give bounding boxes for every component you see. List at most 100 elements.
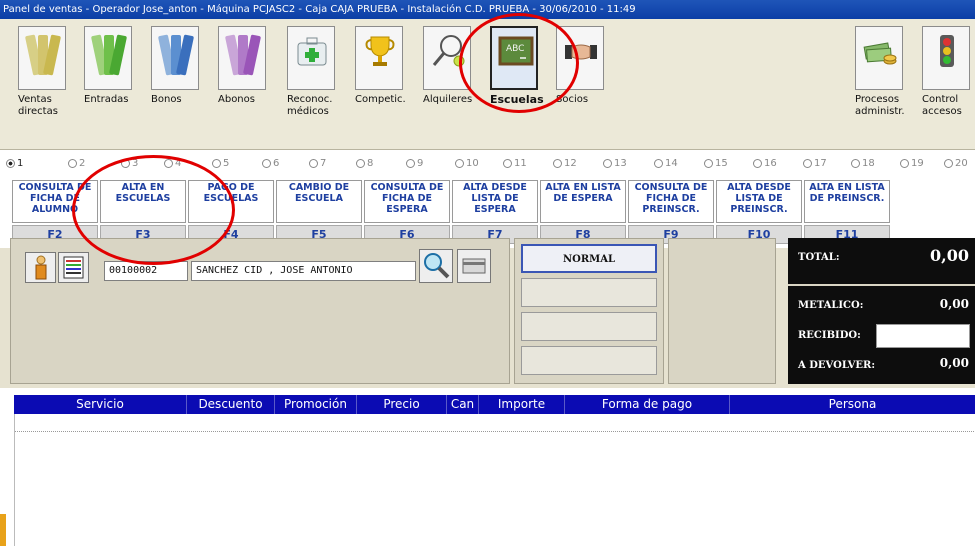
radio-option[interactable]: 17: [803, 158, 827, 169]
mode-button-empty[interactable]: [521, 278, 657, 307]
radio-option[interactable]: 15: [704, 158, 728, 169]
background-strip: [0, 514, 6, 546]
radio-option[interactable]: 1: [6, 158, 23, 169]
action-label: ALTA DESDE LISTA DE ESPERA: [463, 182, 527, 215]
col-forma-de-pago[interactable]: Forma de pago: [565, 395, 730, 414]
client-panel: 00100002 SANCHEZ CID , JOSE ANTONIO: [10, 238, 510, 384]
toolbar-item-reconoc-medicos[interactable]: Reconoc. médicos: [287, 26, 347, 134]
radio-label: 11: [514, 158, 527, 169]
total-value: 0,00: [930, 246, 969, 265]
ticket-icon: [218, 26, 266, 90]
toolbar-item-procesos-administr[interactable]: Procesos administr.: [855, 26, 915, 134]
toolbar-label: Procesos administr.: [855, 94, 905, 117]
money-icon: [855, 26, 903, 90]
table-row[interactable]: [15, 414, 975, 432]
normal-mode-button[interactable]: NORMAL: [521, 244, 657, 273]
action-label: ALTA EN LISTA DE PREINSCR.: [809, 182, 885, 204]
client-button[interactable]: [25, 252, 56, 283]
search-icon: [424, 253, 450, 279]
col-can[interactable]: Can: [447, 395, 479, 414]
list-button[interactable]: [58, 252, 89, 283]
annotation-circle-escuelas: [459, 13, 579, 113]
action-cambio-de-escuela[interactable]: CAMBIO DE ESCUELA: [276, 180, 362, 223]
ticket-icon: [84, 26, 132, 90]
toolbar-label: Control accesos: [922, 94, 962, 117]
toolbar-item-control-accesos[interactable]: Control accesos: [922, 26, 975, 134]
action-alta-en-lista-preinscr[interactable]: ALTA EN LISTA DE PREINSCR.: [804, 180, 890, 223]
radio-label: 20: [955, 158, 968, 169]
trophy-icon: [355, 26, 403, 90]
toolbar-label: Abonos: [218, 94, 255, 105]
mode-button-empty[interactable]: [521, 312, 657, 341]
traffic-light-icon: [922, 26, 970, 90]
toolbar-label: Entradas: [84, 94, 129, 105]
divider: [788, 284, 975, 286]
table-body: [14, 414, 975, 546]
toolbar-item-bonos[interactable]: Bonos: [151, 26, 211, 134]
search-button[interactable]: [419, 249, 453, 283]
ticket-icon: [151, 26, 199, 90]
toolbar-item-entradas[interactable]: Entradas: [84, 26, 144, 134]
radio-label: 10: [466, 158, 479, 169]
radio-option[interactable]: 20: [944, 158, 968, 169]
radio-label: 1: [17, 158, 24, 169]
client-name-field[interactable]: SANCHEZ CID , JOSE ANTONIO: [191, 261, 416, 281]
toolbar-label: Ventas directas: [18, 94, 58, 117]
mode-button-empty[interactable]: [521, 346, 657, 375]
totals-panel: TOTAL: 0,00 METALICO: 0,00 RECIBIDO: A D…: [788, 238, 975, 384]
radio-option[interactable]: 7: [309, 158, 326, 169]
toolbar-label: Competic.: [355, 94, 406, 105]
ticket-icon: [18, 26, 66, 90]
received-input[interactable]: [876, 324, 970, 348]
toolbar-label: Reconoc. médicos: [287, 94, 333, 117]
radio-label: 8: [367, 158, 374, 169]
radio-option[interactable]: 6: [262, 158, 279, 169]
toolbar-item-abonos[interactable]: Abonos: [218, 26, 278, 134]
change-value: 0,00: [939, 356, 969, 370]
radio-option[interactable]: 19: [900, 158, 924, 169]
col-promocion[interactable]: Promoción: [275, 395, 357, 414]
toolbar-item-ventas-directas[interactable]: Ventas directas: [18, 26, 78, 134]
toolbar-item-competic[interactable]: Competic.: [355, 26, 415, 134]
radio-label: 12: [564, 158, 577, 169]
cash-label: METALICO:: [798, 300, 864, 311]
radio-option[interactable]: 14: [654, 158, 678, 169]
card-reader-button[interactable]: [457, 249, 491, 283]
action-alta-desde-lista-preinscr[interactable]: ALTA DESDE LISTA DE PREINSCR.: [716, 180, 802, 223]
radio-option[interactable]: 12: [553, 158, 577, 169]
radio-label: 15: [715, 158, 728, 169]
radio-option[interactable]: 9: [406, 158, 423, 169]
radio-option[interactable]: 13: [603, 158, 627, 169]
radio-label: 19: [911, 158, 924, 169]
action-label: CAMBIO DE ESCUELA: [288, 182, 350, 204]
medical-kit-icon: [287, 26, 335, 90]
radio-option[interactable]: 8: [356, 158, 373, 169]
col-descuento[interactable]: Descuento: [187, 395, 275, 414]
action-alta-desde-lista-espera[interactable]: ALTA DESDE LISTA DE ESPERA: [452, 180, 538, 223]
col-servicio[interactable]: Servicio: [14, 395, 187, 414]
radio-label: 2: [79, 158, 86, 169]
radio-label: 18: [862, 158, 875, 169]
radio-option[interactable]: 18: [851, 158, 875, 169]
action-consulta-ficha-preinscr[interactable]: CONSULTA DE FICHA DE PREINSCR.: [628, 180, 714, 223]
radio-label: 7: [320, 158, 327, 169]
radio-option[interactable]: 16: [753, 158, 777, 169]
radio-label: 13: [614, 158, 627, 169]
action-consulta-ficha-espera[interactable]: CONSULTA DE FICHA DE ESPERA: [364, 180, 450, 223]
col-importe[interactable]: Importe: [479, 395, 565, 414]
radio-option[interactable]: 5: [212, 158, 229, 169]
action-label: CONSULTA DE FICHA DE ESPERA: [370, 182, 444, 215]
payment-mode-panel: NORMAL: [514, 238, 664, 384]
col-persona[interactable]: Persona: [730, 395, 975, 414]
person-icon: [35, 255, 47, 280]
action-label: ALTA EN LISTA DE ESPERA: [545, 182, 621, 204]
action-label: CONSULTA DE FICHA DE PREINSCR.: [634, 182, 708, 215]
radio-option[interactable]: 2: [68, 158, 85, 169]
radio-option[interactable]: 10: [455, 158, 479, 169]
col-precio[interactable]: Precio: [357, 395, 447, 414]
radio-label: 9: [417, 158, 424, 169]
radio-label: 5: [223, 158, 230, 169]
window-title: Panel de ventas - Operador Jose_anton - …: [0, 0, 975, 19]
action-alta-en-lista-espera[interactable]: ALTA EN LISTA DE ESPERA: [540, 180, 626, 223]
radio-option[interactable]: 11: [503, 158, 527, 169]
